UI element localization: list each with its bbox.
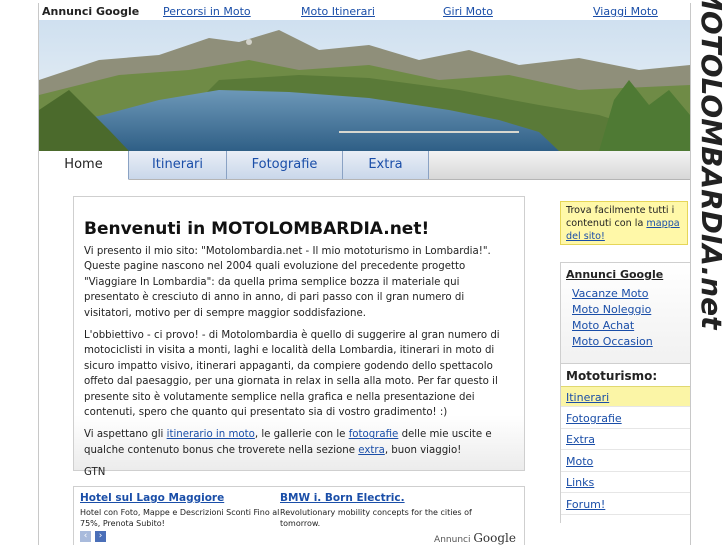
tab-home[interactable]: Home (39, 151, 129, 180)
sidebar-google-ads: Annunci Google Vacanze Moto Moto Noleggi… (560, 262, 690, 364)
ad-desc-bmw: Revolutionary mobility concepts for the … (280, 508, 472, 528)
chevron-left-icon[interactable]: ‹ (80, 531, 91, 542)
tab-itinerari[interactable]: Itinerari (129, 151, 227, 179)
sitemap-note: Trova facilmente tutti i contenuti con l… (560, 201, 688, 245)
header-banner-image (39, 20, 690, 151)
main-nav: Home Itinerari Fotografie Extra (39, 151, 690, 180)
page-frame: Annunci Google Percorsi in Moto Moto Iti… (38, 3, 691, 545)
ad-link-giri[interactable]: Giri Moto (443, 5, 493, 18)
top-ad-links: Annunci Google Percorsi in Moto Moto Iti… (39, 3, 690, 20)
ad-link-viaggi[interactable]: Viaggi Moto (593, 5, 658, 18)
extra-link[interactable]: extra (358, 445, 385, 456)
text-span: , le gallerie con le (254, 429, 349, 441)
sidebar-item-extra[interactable]: Extra (561, 429, 690, 450)
sidebar-ad-achat[interactable]: Moto Achat (572, 319, 634, 332)
ad-link-itinerari[interactable]: Moto Itinerari (301, 5, 375, 18)
text-span: , buon viaggio! (384, 444, 462, 456)
intro-paragraph-3: Vi aspettano gli itinerario in moto, le … (84, 427, 514, 458)
vertical-logo-svg: MOTOLOMBARDIA.net (695, 0, 727, 331)
intro-paragraph-2: L'obbiettivo - ci provo! - di Motolombar… (84, 330, 500, 419)
ads-label: Annunci Google (42, 5, 140, 18)
mototurismo-menu: Mototurismo: Itinerari Fotografie Extra … (560, 363, 690, 523)
brand-text: MOTOLOMBARDIA.net (695, 0, 727, 331)
google-ad-box: Hotel sul Lago Maggiore Hotel con Foto, … (73, 486, 525, 545)
tab-extra[interactable]: Extra (343, 151, 429, 179)
sidebar-ad-vacanze[interactable]: Vacanze Moto (572, 287, 648, 300)
mototurismo-label: Mototurismo: (566, 369, 658, 383)
fotografie-link[interactable]: fotografie (349, 429, 399, 440)
ads-footer-label: Annunci (434, 535, 471, 545)
sidebar-item-moto[interactable]: Moto (561, 451, 690, 472)
sidebar-item-fotografie[interactable]: Fotografie (561, 408, 690, 429)
chevron-right-icon[interactable]: › (95, 531, 106, 542)
mountain-lake-photo (39, 20, 690, 151)
page-title: Benvenuti in MOTOLOMBARDIA.net! (84, 219, 430, 239)
intro-paragraph-1: Vi presento il mio sito: "Motolombardia.… (84, 246, 491, 319)
ad-link-percorsi[interactable]: Percorsi in Moto (163, 5, 251, 18)
site-logo-vertical: MOTOLOMBARDIA.net (690, 0, 727, 545)
google-ads-logo[interactable]: Annunci Google (434, 531, 516, 545)
sidebar-item-links[interactable]: Links (561, 472, 690, 493)
sidebar-item-forum[interactable]: Forum! (561, 494, 690, 515)
text-span: Vi aspettano gli (84, 429, 167, 441)
sidebar-ad-occasion[interactable]: Moto Occasion (572, 335, 653, 348)
ad-desc-hotel: Hotel con Foto, Mappe e Descrizioni Scon… (80, 508, 280, 528)
welcome-panel: Benvenuti in MOTOLOMBARDIA.net! Vi prese… (73, 196, 525, 478)
sidebar-item-itinerari[interactable]: Itinerari (561, 386, 690, 407)
signature: GTN (84, 467, 106, 479)
ad-title-hotel[interactable]: Hotel sul Lago Maggiore (80, 492, 224, 504)
sidebar-ads-label: Annunci Google (566, 268, 664, 281)
google-logo-text: Google (473, 531, 516, 545)
ad-title-bmw[interactable]: BMW i. Born Electric. (280, 492, 405, 504)
itinerario-link[interactable]: itinerario in moto (167, 429, 255, 440)
sidebar-ad-noleggio[interactable]: Moto Noleggio (572, 303, 651, 316)
tab-fotografie[interactable]: Fotografie (227, 151, 343, 179)
